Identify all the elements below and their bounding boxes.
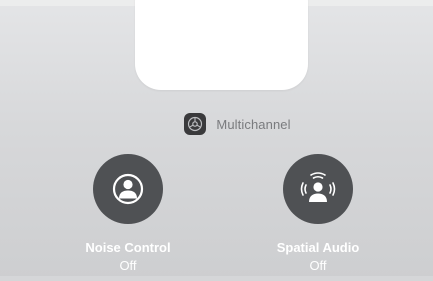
spatial-audio-button[interactable]: Spatial Audio Off [248, 154, 388, 278]
multichannel-icon [184, 113, 207, 135]
noise-control-button[interactable]: Noise Control Off [58, 154, 198, 278]
spatial-audio-value: Off [309, 258, 327, 273]
audio-route-row[interactable]: Multichannel [0, 110, 433, 138]
bottom-edge [0, 276, 433, 281]
spatial-audio-title: Spatial Audio [276, 240, 360, 255]
noise-control-value: Off [119, 258, 137, 273]
volume-slider[interactable] [135, 0, 308, 90]
noise-control-title: Noise Control [85, 240, 171, 255]
route-label: Multichannel [216, 116, 291, 132]
noise-control-circle[interactable] [93, 154, 163, 224]
noise-control-icon [112, 173, 144, 205]
spatial-audio-icon [300, 172, 336, 202]
spatial-audio-circle[interactable] [283, 154, 353, 224]
audio-control-panel: Multichannel Noise Control Off Spatial A… [0, 0, 433, 281]
